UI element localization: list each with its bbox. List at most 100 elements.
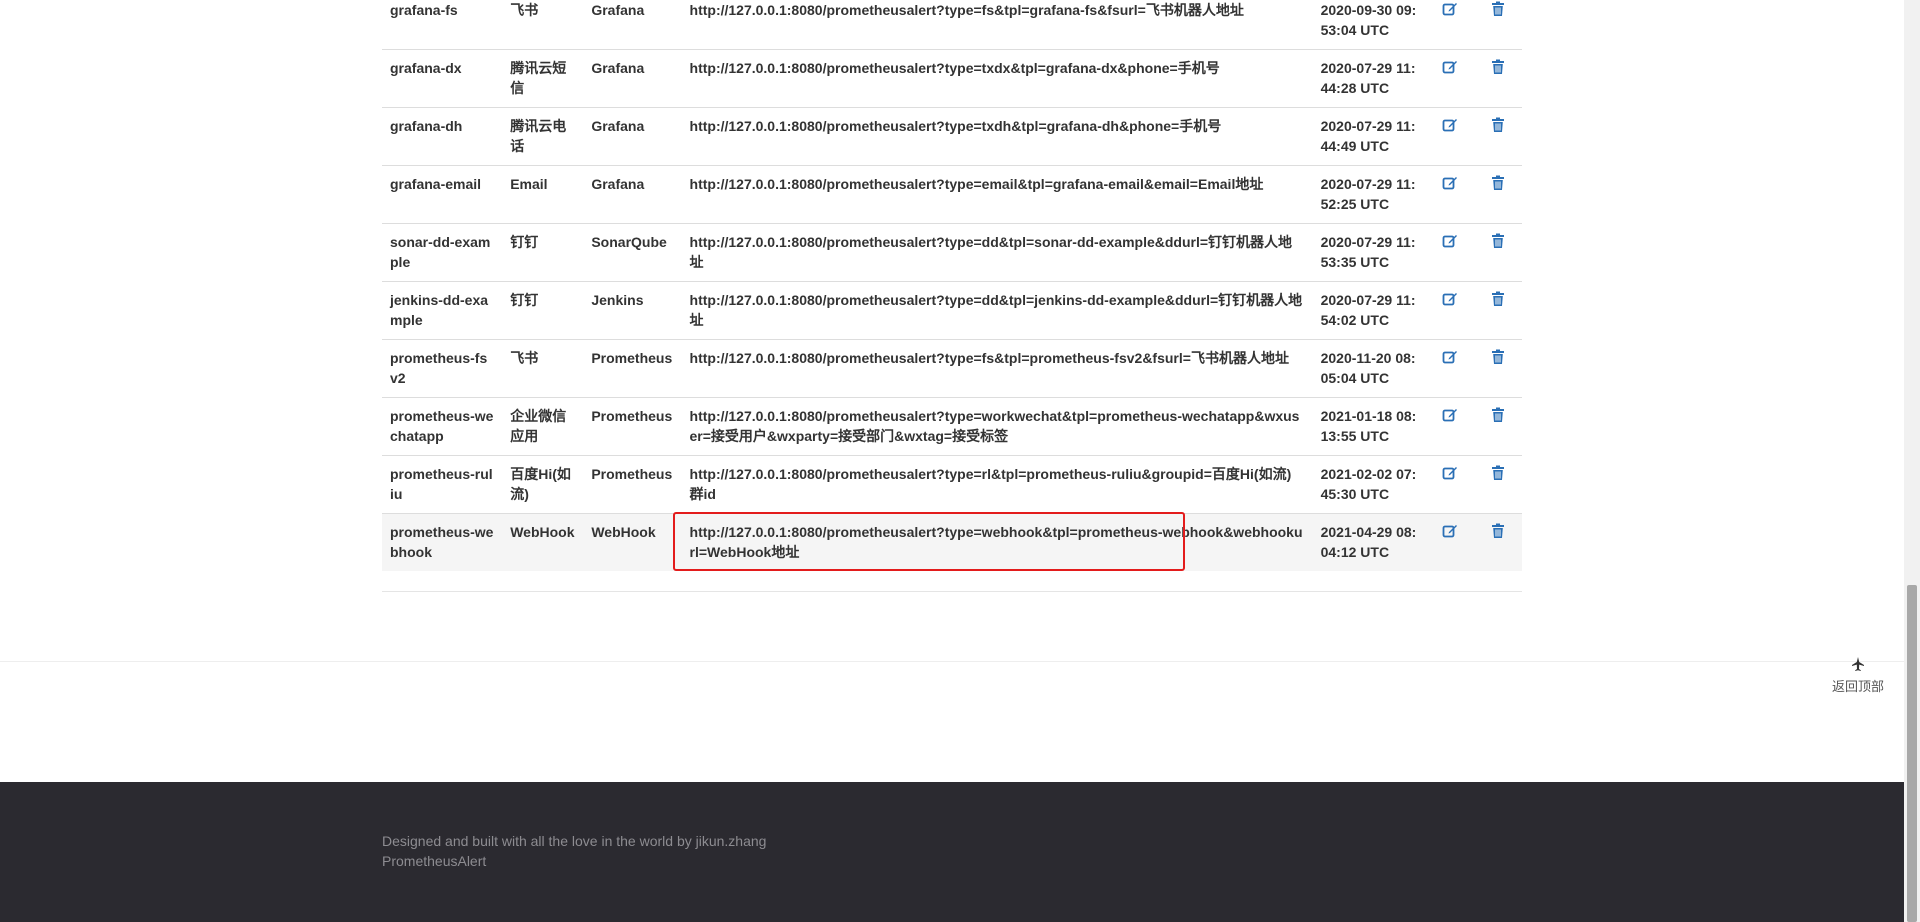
time-text: 2021-02-02 07:45:30 UTC xyxy=(1320,466,1417,502)
delete-cell xyxy=(1473,107,1522,166)
template-name-text: prometheus-webhook xyxy=(390,524,494,560)
template-name-text: jenkins-dd-example xyxy=(390,292,489,328)
time-text: 2020-07-29 11:54:02 UTC xyxy=(1320,292,1416,328)
template-name-text: prometheus-ruliu xyxy=(390,466,493,502)
source-cell: Jenkins xyxy=(583,281,682,340)
time-cell: 2021-01-18 08:13:55 UTC xyxy=(1312,397,1426,456)
template-name-cell: prometheus-webhook xyxy=(382,513,503,571)
source-text: Jenkins xyxy=(591,292,644,308)
source-cell: Grafana xyxy=(583,49,682,108)
edit-icon[interactable] xyxy=(1442,523,1458,539)
edit-cell xyxy=(1425,107,1474,166)
edit-icon[interactable] xyxy=(1442,291,1458,307)
highlight-box xyxy=(672,512,1185,571)
table-row: jenkins-dd-example 钉钉 Jenkins http://127.0.… xyxy=(382,281,1522,340)
notify-type-cell: 飞书 xyxy=(502,0,583,50)
edit-cell xyxy=(1426,0,1474,50)
trash-icon[interactable] xyxy=(1490,523,1506,539)
url-cell: http://127.0.0.1:8080/prometheusalert?ty… xyxy=(681,339,1313,398)
source-cell: Prometheus xyxy=(583,397,682,456)
footer: Designed and built with all the love in … xyxy=(0,782,1904,922)
time-text: 2021-01-18 08:13:55 UTC xyxy=(1320,408,1417,444)
notify-type-text: 百度Hi(如流) xyxy=(510,466,571,502)
source-cell: Prometheus xyxy=(583,339,682,398)
edit-cell xyxy=(1425,455,1474,514)
time-cell: 2021-04-29 08:04:12 UTC xyxy=(1312,513,1426,571)
notify-type-text: 钉钉 xyxy=(510,292,539,308)
template-name-cell: prometheus-fsv2 xyxy=(382,339,503,398)
url-text: http://127.0.0.1:8080/prometheusalert?ty… xyxy=(689,524,1303,560)
edit-cell xyxy=(1425,49,1474,108)
edit-cell xyxy=(1425,397,1474,456)
trash-icon[interactable] xyxy=(1490,175,1506,191)
url-cell: http://127.0.0.1:8080/prometheusalert?ty… xyxy=(681,455,1313,514)
notify-type-text: 飞书 xyxy=(510,350,539,366)
source-cell: Grafana xyxy=(583,0,681,50)
time-cell: 2020-07-29 11:54:02 UTC xyxy=(1312,281,1426,340)
source-cell: Grafana xyxy=(583,165,682,224)
source-text: Prometheus xyxy=(591,350,673,366)
edit-icon[interactable] xyxy=(1442,117,1458,133)
time-text: 2021-04-29 08:04:12 UTC xyxy=(1320,524,1417,560)
delete-cell xyxy=(1473,455,1522,514)
time-cell: 2020-07-29 11:52:25 UTC xyxy=(1312,165,1426,224)
footer-credit: Designed and built with all the love in … xyxy=(382,833,767,849)
table-row: prometheus-ruliu 百度Hi(如流) Prometheus http:/… xyxy=(382,455,1522,514)
trash-icon[interactable] xyxy=(1490,349,1506,365)
edit-cell xyxy=(1425,513,1474,571)
notify-type-cell: Email xyxy=(502,165,584,224)
url-text: http://127.0.0.1:8080/prometheusalert?ty… xyxy=(689,60,1220,76)
source-text: Grafana xyxy=(591,2,645,18)
edit-icon[interactable] xyxy=(1442,1,1458,17)
edit-icon[interactable] xyxy=(1442,407,1458,423)
vertical-scrollbar[interactable] xyxy=(1904,0,1920,922)
notify-type-text: 飞书 xyxy=(510,2,539,18)
time-text: 2020-07-29 11:52:25 UTC xyxy=(1320,176,1416,212)
back-to-top-button[interactable]: 返回顶部 xyxy=(1822,656,1894,695)
notify-type-text: 腾讯云电话 xyxy=(510,118,567,154)
url-text: http://127.0.0.1:8080/prometheusalert?ty… xyxy=(689,350,1289,366)
trash-icon[interactable] xyxy=(1490,233,1506,249)
url-text: http://127.0.0.1:8080/prometheusalert?ty… xyxy=(689,234,1293,270)
source-cell: Prometheus xyxy=(583,455,682,514)
source-cell: SonarQube xyxy=(583,223,682,282)
url-text: http://127.0.0.1:8080/prometheusalert?ty… xyxy=(689,176,1264,192)
airplane-icon xyxy=(1852,657,1864,671)
edit-icon[interactable] xyxy=(1442,465,1458,481)
source-text: Grafana xyxy=(591,60,645,76)
edit-icon[interactable] xyxy=(1442,175,1458,191)
time-cell: 2020-07-29 11:44:28 UTC xyxy=(1312,49,1426,108)
url-text: http://127.0.0.1:8080/prometheusalert?ty… xyxy=(689,2,1244,18)
trash-icon[interactable] xyxy=(1490,407,1506,423)
delete-cell xyxy=(1473,513,1522,571)
template-name-text: prometheus-fsv2 xyxy=(390,350,488,386)
edit-icon[interactable] xyxy=(1442,59,1458,75)
scrollbar-thumb[interactable] xyxy=(1907,585,1917,922)
source-text: Grafana xyxy=(591,118,645,134)
source-text: Prometheus xyxy=(591,408,673,424)
url-cell: http://127.0.0.1:8080/prometheusalert?ty… xyxy=(681,107,1313,166)
notify-type-cell: 腾讯云电话 xyxy=(502,107,584,166)
trash-icon[interactable] xyxy=(1490,117,1506,133)
delete-cell xyxy=(1473,339,1522,398)
url-cell: http://127.0.0.1:8080/prometheusalert?ty… xyxy=(681,165,1313,224)
edit-icon[interactable] xyxy=(1442,233,1458,249)
trash-icon[interactable] xyxy=(1490,59,1506,75)
trash-icon[interactable] xyxy=(1490,291,1506,307)
url-cell: http://127.0.0.1:8080/prometheusalert?ty… xyxy=(672,512,1313,571)
trash-icon[interactable] xyxy=(1490,465,1506,481)
url-cell: http://127.0.0.1:8080/prometheusalert?ty… xyxy=(681,397,1313,456)
notify-type-cell: 飞书 xyxy=(502,339,584,398)
time-cell: 2020-09-30 09:53:04 UTC xyxy=(1313,0,1426,50)
table-row: prometheus-webhook WebHook WebHook http://1… xyxy=(382,512,1522,571)
time-text: 2020-09-30 09:53:04 UTC xyxy=(1320,2,1417,38)
trash-icon[interactable] xyxy=(1490,1,1506,17)
delete-cell xyxy=(1473,165,1522,224)
footer-project-name: PrometheusAlert xyxy=(382,853,487,869)
edit-cell xyxy=(1425,165,1474,224)
notify-type-text: WebHook xyxy=(510,524,575,540)
delete-cell xyxy=(1473,281,1522,340)
edit-icon[interactable] xyxy=(1442,349,1458,365)
template-name-cell: sonar-dd-example xyxy=(382,223,503,282)
time-cell: 2020-07-29 11:44:49 UTC xyxy=(1312,107,1426,166)
